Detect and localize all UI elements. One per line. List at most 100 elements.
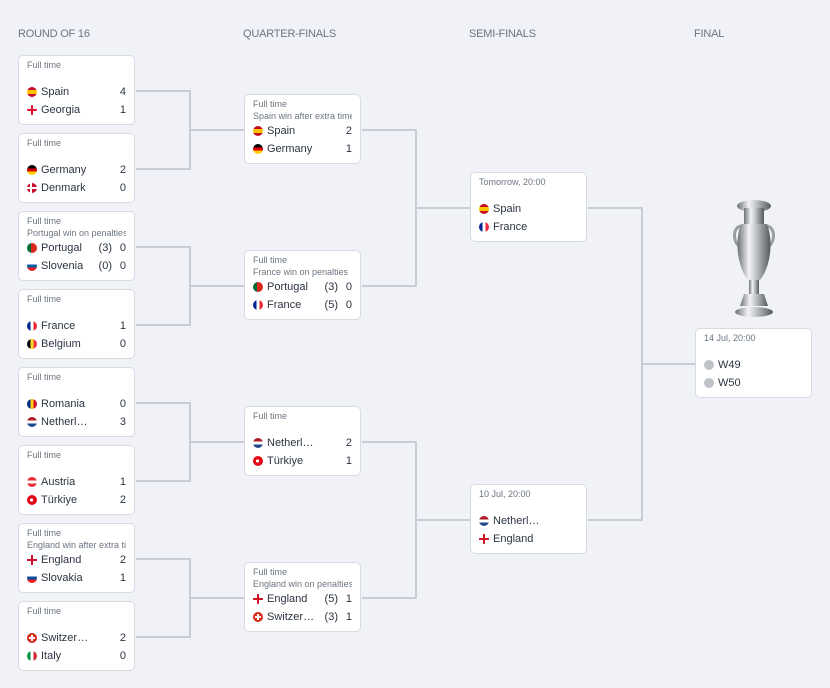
team-row-home: Portugal (3) 0 <box>27 239 126 257</box>
match-card[interactable]: Full time . Romania 0 Netherlands 3 <box>18 367 135 437</box>
team-name: Italy <box>41 650 62 662</box>
match-card[interactable]: Full time . Netherlands 2 Türkiye 1 <box>244 406 361 476</box>
team-name: Netherlands <box>493 515 542 527</box>
bracket-connector <box>136 402 190 404</box>
team-name: Spain <box>493 203 522 215</box>
bracket-connector <box>190 285 244 287</box>
team-row-home: Portugal (3) 0 <box>253 278 352 296</box>
team-score: 1 <box>119 320 126 332</box>
match-status: 14 Jul, 20:00 <box>704 333 756 343</box>
team-score: 0 <box>119 260 126 272</box>
team-row-away: Slovakia 1 <box>27 569 126 587</box>
bracket-connector <box>136 558 190 560</box>
match-status: Full time <box>253 411 288 421</box>
turkiye-flag-icon <box>27 495 37 505</box>
bracket-connector <box>136 90 190 92</box>
team-score: 1 <box>119 572 126 584</box>
team-name: Portugal <box>41 242 82 254</box>
portugal-flag-icon <box>27 243 37 253</box>
team-name: Spain <box>267 125 296 137</box>
match-status: Full time <box>27 216 62 226</box>
team-row-away: W50 <box>704 374 803 392</box>
bracket-connector <box>642 363 695 365</box>
team-name: W49 <box>718 359 741 371</box>
belgium-flag-icon <box>27 339 37 349</box>
france-flag-icon <box>479 222 489 232</box>
team-name: Portugal <box>267 281 308 293</box>
bracket-connector <box>136 636 190 638</box>
portugal-flag-icon <box>253 282 263 292</box>
team-row-home: W49 <box>704 356 803 374</box>
team-name: Romania <box>41 398 86 410</box>
austria-flag-icon <box>27 477 37 487</box>
team-score: 0 <box>345 281 352 293</box>
team-row-away: Italy 0 <box>27 647 126 665</box>
match-note: England win on penalties <box>253 579 352 589</box>
bracket-connector <box>136 324 190 326</box>
match-card[interactable]: 14 Jul, 20:00 . W49 W50 <box>695 328 812 398</box>
team-row-away: Slovenia (0) 0 <box>27 257 126 275</box>
team-row-home: Spain <box>479 200 578 218</box>
team-row-away: Türkiye 1 <box>253 452 352 470</box>
col-header-round-of-16: ROUND OF 16 <box>18 28 90 40</box>
match-note: France win on penalties <box>253 267 349 277</box>
italy-flag-icon <box>27 651 37 661</box>
match-card[interactable]: Full time . Austria 1 Türkiye 2 <box>18 445 135 515</box>
team-score: 1 <box>345 143 352 155</box>
team-score: 1 <box>119 104 126 116</box>
netherlands-flag-icon <box>27 417 37 427</box>
germany-flag-icon <box>27 165 37 175</box>
team-name: Türkiye <box>41 494 78 506</box>
team-score: 0 <box>119 398 126 410</box>
team-score: 2 <box>345 125 352 137</box>
team-row-home: Romania 0 <box>27 395 126 413</box>
match-card[interactable]: Full time Spain win after extra time Spa… <box>244 94 361 164</box>
match-card[interactable]: Full time . France 1 Belgium 0 <box>18 289 135 359</box>
team-name: Türkiye <box>267 455 304 467</box>
team-name: France <box>41 320 76 332</box>
match-note: England win after extra time <box>27 540 126 550</box>
col-header-final: FINAL <box>694 28 725 40</box>
match-card[interactable]: Full time Portugal win on penalties Port… <box>18 211 135 281</box>
match-status: Full time <box>27 372 62 382</box>
match-card[interactable]: Full time France win on penalties Portug… <box>244 250 361 320</box>
team-score: 3 <box>119 416 126 428</box>
team-name: France <box>267 299 302 311</box>
team-name: Slovakia <box>41 572 83 584</box>
team-name: England <box>41 554 82 566</box>
team-row-away: England <box>479 530 578 548</box>
match-card[interactable]: Full time . Germany 2 Denmark 0 <box>18 133 135 203</box>
match-card[interactable]: Full time England win on penalties Engla… <box>244 562 361 632</box>
england-flag-icon <box>253 594 263 604</box>
match-card[interactable]: Full time . Spain 4 Georgia 1 <box>18 55 135 125</box>
team-name: Denmark <box>41 182 86 194</box>
team-name: Belgium <box>41 338 81 350</box>
match-status: Full time <box>27 138 62 148</box>
team-row-away: France (5) 0 <box>253 296 352 314</box>
match-status: Full time <box>27 528 62 538</box>
romania-flag-icon <box>27 399 37 409</box>
match-card[interactable]: Full time England win after extra time E… <box>18 523 135 593</box>
team-row-away: Türkiye 2 <box>27 491 126 509</box>
team-row-away: Switzerland (3) 1 <box>253 608 352 626</box>
bracket-connector <box>362 597 416 599</box>
team-row-home: England (5) 1 <box>253 590 352 608</box>
team-row-home: Spain 2 <box>253 122 352 140</box>
team-name: England <box>267 593 308 605</box>
england-flag-icon <box>479 534 489 544</box>
trophy-icon <box>733 200 775 317</box>
penalty-score: (0) <box>98 260 112 272</box>
match-card[interactable]: Tomorrow, 20:00 . Spain France <box>470 172 587 242</box>
match-card[interactable]: 10 Jul, 20:00 . Netherlands England <box>470 484 587 554</box>
bracket-connector <box>416 207 470 209</box>
match-card[interactable]: Full time . Switzerland 2 Italy 0 <box>18 601 135 671</box>
col-header-quarter-finals: QUARTER-FINALS <box>243 28 336 40</box>
slovakia-flag-icon <box>27 573 37 583</box>
team-name: W50 <box>718 377 741 389</box>
netherlands-flag-icon <box>253 438 263 448</box>
match-status: Full time <box>27 606 62 616</box>
team-row-home: Switzerland 2 <box>27 629 126 647</box>
match-note: Spain win after extra time <box>253 111 352 121</box>
bracket-connector <box>362 285 416 287</box>
spain-flag-icon <box>27 87 37 97</box>
